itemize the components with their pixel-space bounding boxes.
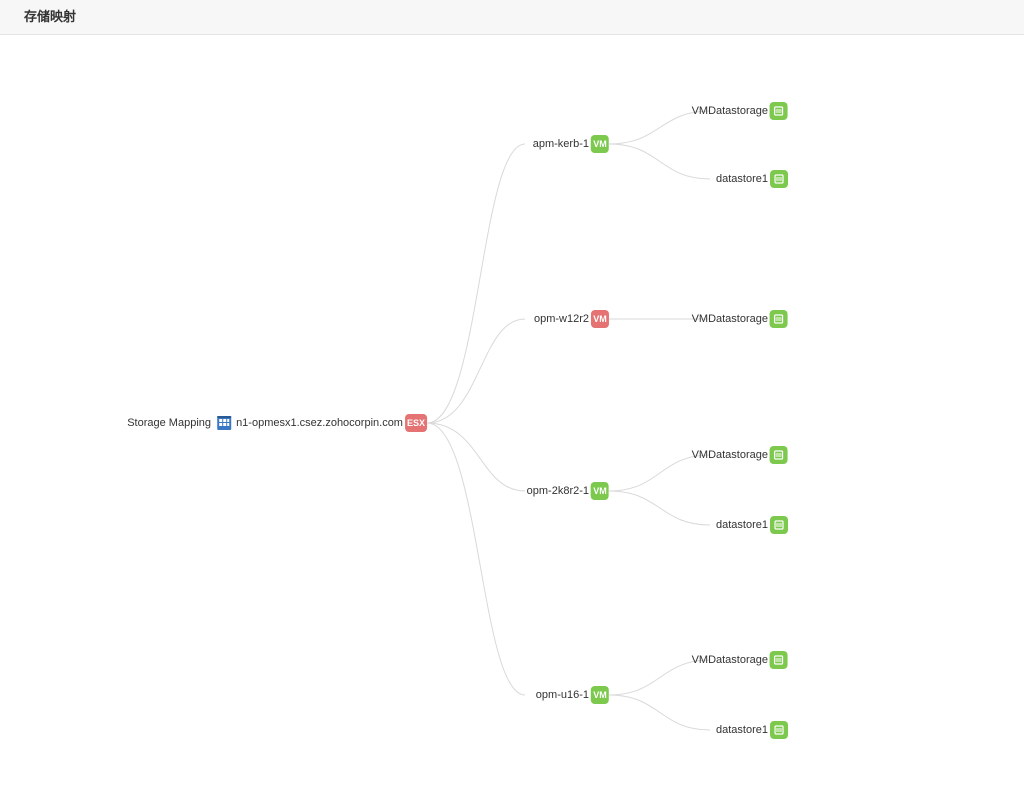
root-label: Storage Mapping <box>127 417 211 429</box>
connector-lines <box>0 35 1024 785</box>
datastore-node[interactable]: VMDatastorage <box>692 651 788 669</box>
page-title: 存储映射 <box>0 0 1024 35</box>
datastore-icon <box>770 651 788 669</box>
datastore-icon <box>770 102 788 120</box>
datastore-icon <box>770 170 788 188</box>
datastore-label: VMDatastorage <box>692 105 768 117</box>
vm-badge: VM <box>591 482 609 500</box>
vm-node-1[interactable]: opm-w12r2 VM <box>534 310 609 328</box>
esx-badge: ESX <box>405 414 427 432</box>
datastore-label: VMDatastorage <box>692 449 768 461</box>
datastore-node[interactable]: VMDatastorage <box>692 446 788 464</box>
datastore-label: datastore1 <box>716 173 768 185</box>
datastore-icon <box>770 721 788 739</box>
vm-label: opm-w12r2 <box>534 313 589 325</box>
esx-host-node[interactable]: n1-opmesx1.csez.zohocorpin.com ESX <box>236 414 427 432</box>
vm-label: opm-u16-1 <box>536 689 589 701</box>
vm-node-0[interactable]: apm-kerb-1 VM <box>533 135 609 153</box>
datastore-node[interactable]: VMDatastorage <box>692 310 788 328</box>
vm-badge: VM <box>591 135 609 153</box>
datastore-node[interactable]: datastore1 <box>716 721 788 739</box>
datastore-node[interactable]: datastore1 <box>716 516 788 534</box>
datastore-node[interactable]: datastore1 <box>716 170 788 188</box>
vm-badge: VM <box>591 686 609 704</box>
datastore-label: datastore1 <box>716 519 768 531</box>
datastore-icon <box>770 446 788 464</box>
root-node[interactable]: Storage Mapping <box>127 414 237 432</box>
datastore-label: VMDatastorage <box>692 313 768 325</box>
datastore-label: VMDatastorage <box>692 654 768 666</box>
building-icon <box>215 414 233 432</box>
vm-node-3[interactable]: opm-u16-1 VM <box>536 686 609 704</box>
diagram-canvas: Storage Mapping n1-opmesx1.csez.zohocorp… <box>0 35 1024 785</box>
vm-label: apm-kerb-1 <box>533 138 589 150</box>
datastore-node[interactable]: VMDatastorage <box>692 102 788 120</box>
vm-label: opm-2k8r2-1 <box>527 485 589 497</box>
esx-host-label: n1-opmesx1.csez.zohocorpin.com <box>236 417 403 429</box>
datastore-icon <box>770 516 788 534</box>
datastore-icon <box>770 310 788 328</box>
datastore-label: datastore1 <box>716 724 768 736</box>
vm-node-2[interactable]: opm-2k8r2-1 VM <box>527 482 609 500</box>
vm-badge: VM <box>591 310 609 328</box>
